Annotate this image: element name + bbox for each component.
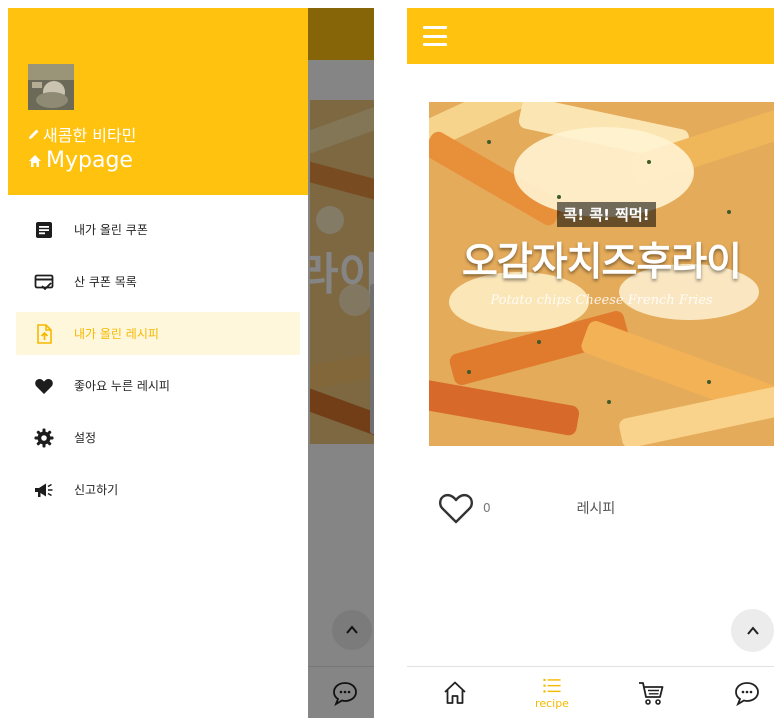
scroll-top-button[interactable] [731,609,774,652]
heart-icon [33,375,55,397]
menu-label: 신고하기 [74,483,119,497]
menu-label: 설정 [74,431,97,445]
coupon-card-icon [33,271,55,293]
pencil-icon [29,129,39,139]
file-upload-icon [33,323,55,345]
bottom-nav: recipe [407,666,774,718]
nav-home[interactable] [439,667,471,718]
recipe-screen: 콕! 콕! 찍먹! 오감자치즈후라이 Potato chips Cheese F… [407,8,774,718]
like-button[interactable] [437,490,475,526]
recipe-category-label: 레시피 [576,501,616,517]
list-icon [543,678,561,693]
menu-label: 산 쿠폰 목록 [74,275,137,289]
menu-item-settings[interactable]: 설정 [16,416,300,459]
mypage-link[interactable]: Mypage [28,148,133,173]
nickname[interactable]: 새콤한 비타민 [28,122,136,146]
heart-outline-icon [439,493,473,524]
like-row: 0 레시피 [437,488,757,528]
cart-icon [639,682,664,705]
menu-item-my-coupons[interactable]: 내가 올린 쿠폰 [16,208,300,251]
image-caption: 콕! 콕! 찍먹! 오감자치즈후라이 Potato chips Cheese F… [429,202,774,308]
profile-photo [28,64,74,110]
recipe-image[interactable]: 콕! 콕! 찍먹! 오감자치즈후라이 Potato chips Cheese F… [429,102,774,446]
image-title: 오감자치즈후라이 [461,240,742,285]
nav-recipe[interactable]: recipe [529,667,575,718]
drawer-menu: 내가 올린 쿠폰 산 쿠폰 목록 내가 올린 레시피 좋아요 누른 레시피 설정… [16,208,300,520]
menu-item-bought-coupons[interactable]: 산 쿠폰 목록 [16,260,300,303]
drawer-screen: 라이 새콤한 비타민 Mypage 내가 올린 쿠폰 산 쿠폰 목록 내가 올린… [8,8,374,718]
home-icon [444,681,466,704]
avatar[interactable] [28,64,74,110]
chevron-up-icon [746,625,759,635]
app-header [407,8,774,64]
navigation-drawer: 새콤한 비타민 Mypage 내가 올린 쿠폰 산 쿠폰 목록 내가 올린 레시… [8,8,308,718]
menu-label: 좋아요 누른 레시피 [74,379,170,393]
megaphone-icon [33,479,55,501]
like-count: 0 [483,501,491,515]
image-subtitle: Potato chips Cheese French Fries [490,293,713,308]
menu-icon[interactable] [423,26,447,46]
home-icon [29,154,41,167]
menu-item-my-recipes[interactable]: 내가 올린 레시피 [16,312,300,355]
document-icon [33,219,55,241]
mypage-label: Mypage [46,148,133,173]
menu-item-liked-recipes[interactable]: 좋아요 누른 레시피 [16,364,300,407]
menu-label: 내가 올린 레시피 [74,327,159,341]
nickname-text: 새콤한 비타민 [43,126,137,145]
gear-icon [33,427,55,449]
nav-cart[interactable] [635,667,667,718]
chat-icon [735,682,759,707]
menu-item-report[interactable]: 신고하기 [16,468,300,511]
nav-recipe-label: recipe [535,697,569,710]
menu-label: 내가 올린 쿠폰 [74,223,148,237]
nav-chat[interactable] [731,667,763,718]
drawer-header: 새콤한 비타민 Mypage [8,8,308,195]
image-badge: 콕! 콕! 찍먹! [557,202,656,227]
